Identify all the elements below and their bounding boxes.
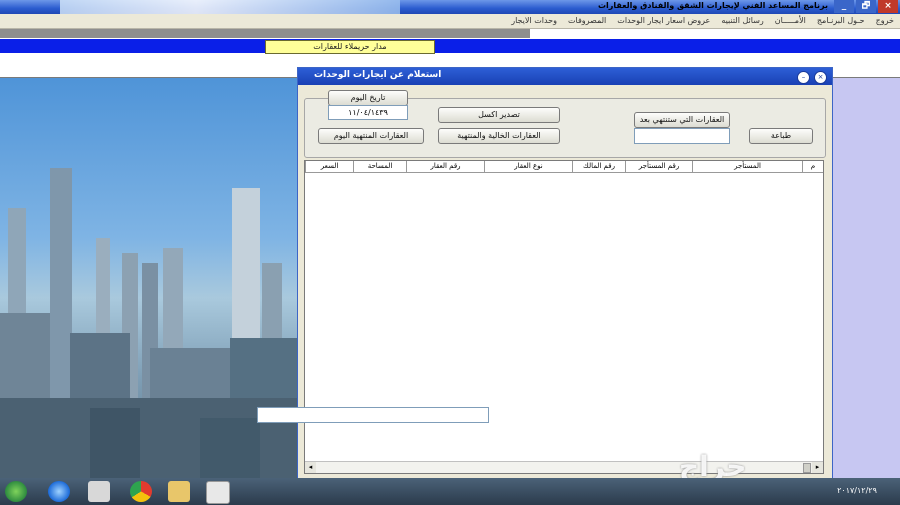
minimize-button[interactable]: _ [834,0,854,13]
menu-bar: وحدات الايجار المصروفات عروض اسعار ايجار… [0,14,900,29]
menu-expenses[interactable]: المصروفات [568,16,606,25]
company-name: مدار حريملاء للعقارات [265,40,435,54]
company-bar [0,39,900,53]
expiring-after-button[interactable]: العقارات التي ستنتهي بعد [634,112,730,128]
menu-exit[interactable]: خروج [876,16,894,25]
menu-price-quotes[interactable]: عروض اسعار ايجار الوحدات [617,16,710,25]
dialog-minimize-icon[interactable]: – [797,71,810,84]
city-background-image [0,78,297,478]
results-table: م المستأجر رقم المستأجر رقم المالك نوع ا… [304,160,824,474]
taskbar: ٢٠١٧/١٢/٢٩ [0,478,900,505]
menu-alert-messages[interactable]: رسائل التنبيه [721,16,763,25]
app-taskbar-icon[interactable] [206,481,230,504]
chrome-icon[interactable] [130,481,152,502]
ie-icon[interactable] [48,481,70,502]
table-header: م المستأجر رقم المستأجر رقم المالك نوع ا… [305,161,823,173]
col-tenant-number[interactable]: رقم المستأجر [625,161,692,172]
col-owner-number[interactable]: رقم المالك [572,161,625,172]
city-skyline [0,168,297,478]
toolbar-strip [0,29,530,38]
menu-rental-units[interactable]: وحدات الايجار [511,16,557,25]
right-background-panel [826,78,900,478]
today-date-field[interactable]: ١١/٠٤/١٤٣٩ [328,105,408,120]
expired-today-button[interactable]: العقارات المنتهية اليوم [318,128,424,144]
clock: ٢٠١٧/١٢/٢٩ [837,486,877,495]
scroll-right-icon[interactable]: ▸ [812,462,823,473]
col-number[interactable]: م [802,161,823,172]
dialog-title: استعلام عن ايجارات الوحدات [314,70,442,80]
folder-icon[interactable] [168,481,190,502]
menu-about[interactable]: حـول البرنـامج [817,16,865,25]
app-titlebar: برنامج المساعد الفني لإيجارات الشقق والف… [0,0,900,14]
dialog-close-icon[interactable]: × [814,71,827,84]
export-excel-button[interactable]: تصدير اكسل [438,107,560,123]
vacant-expired-button[interactable]: العقارات الخالية والمنتهية [438,128,560,144]
media-player-icon[interactable] [88,481,110,502]
app-title: برنامج المساعد الفني لإيجارات الشقق والف… [598,1,828,10]
dialog-titlebar: استعلام عن ايجارات الوحدات – × [298,68,832,85]
scroll-thumb[interactable] [803,463,811,473]
col-tenant[interactable]: المستأجر [692,161,802,172]
close-button[interactable]: × [878,0,898,13]
print-button[interactable]: طباعة [749,128,813,144]
expiring-after-input[interactable] [634,128,730,144]
restore-button[interactable]: 🗗 [856,0,876,13]
title-banner-image [60,0,400,14]
col-property-number[interactable]: رقم العقار [406,161,484,172]
start-button[interactable] [5,481,27,502]
menu-security[interactable]: الأمـــــان [775,16,806,25]
window-controls: _ 🗗 × [834,0,898,13]
col-property-type[interactable]: نوع العقار [484,161,572,172]
scroll-left-icon[interactable]: ◂ [305,462,316,473]
col-price[interactable]: السعر [305,161,353,172]
status-field[interactable] [257,407,489,423]
today-date-label: تاريخ اليوم [328,90,408,106]
col-area[interactable]: المساحة [353,161,406,172]
